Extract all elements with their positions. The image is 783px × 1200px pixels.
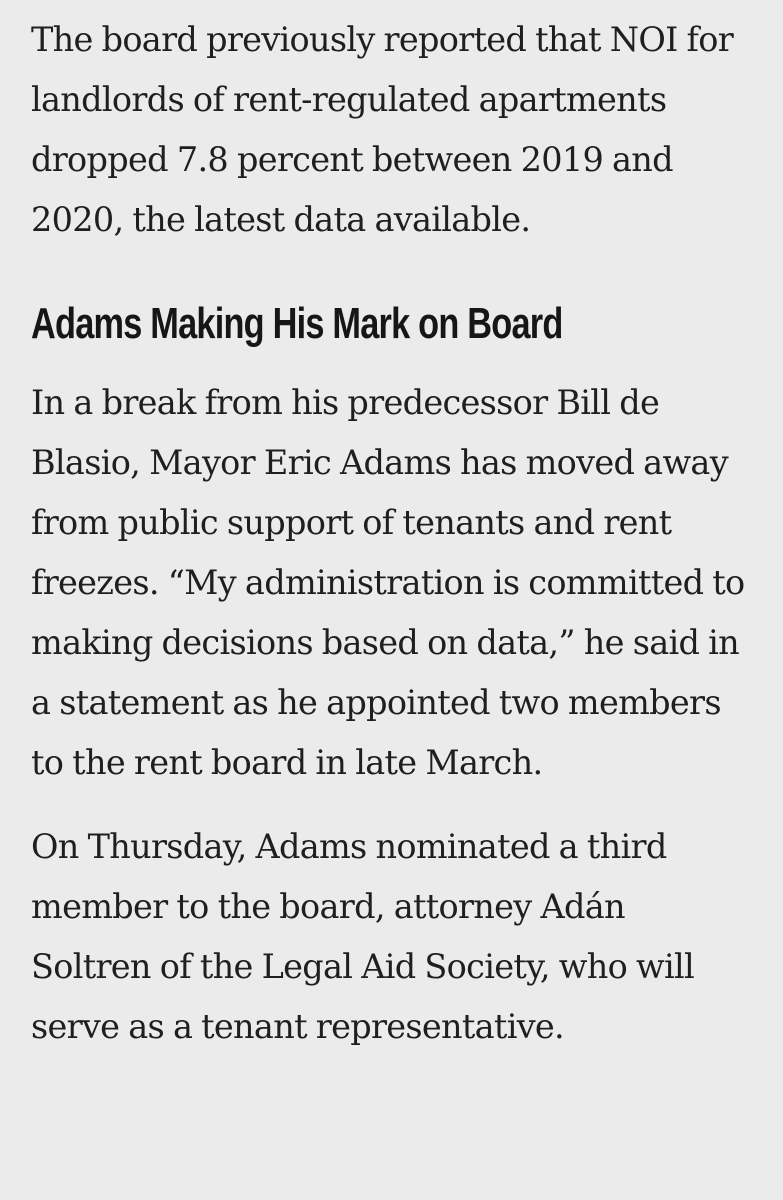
article-paragraph: The board previously reported that NOI f… xyxy=(31,20,734,239)
article-paragraph: In a break from his predecessor Bill de … xyxy=(31,383,745,782)
section-heading: Adams Making His Mark on Board xyxy=(31,299,563,348)
article-body: The board previously reported that NOI f… xyxy=(0,0,783,1200)
article-paragraph: On Thursday, Adams nominated a third mem… xyxy=(31,827,695,1046)
